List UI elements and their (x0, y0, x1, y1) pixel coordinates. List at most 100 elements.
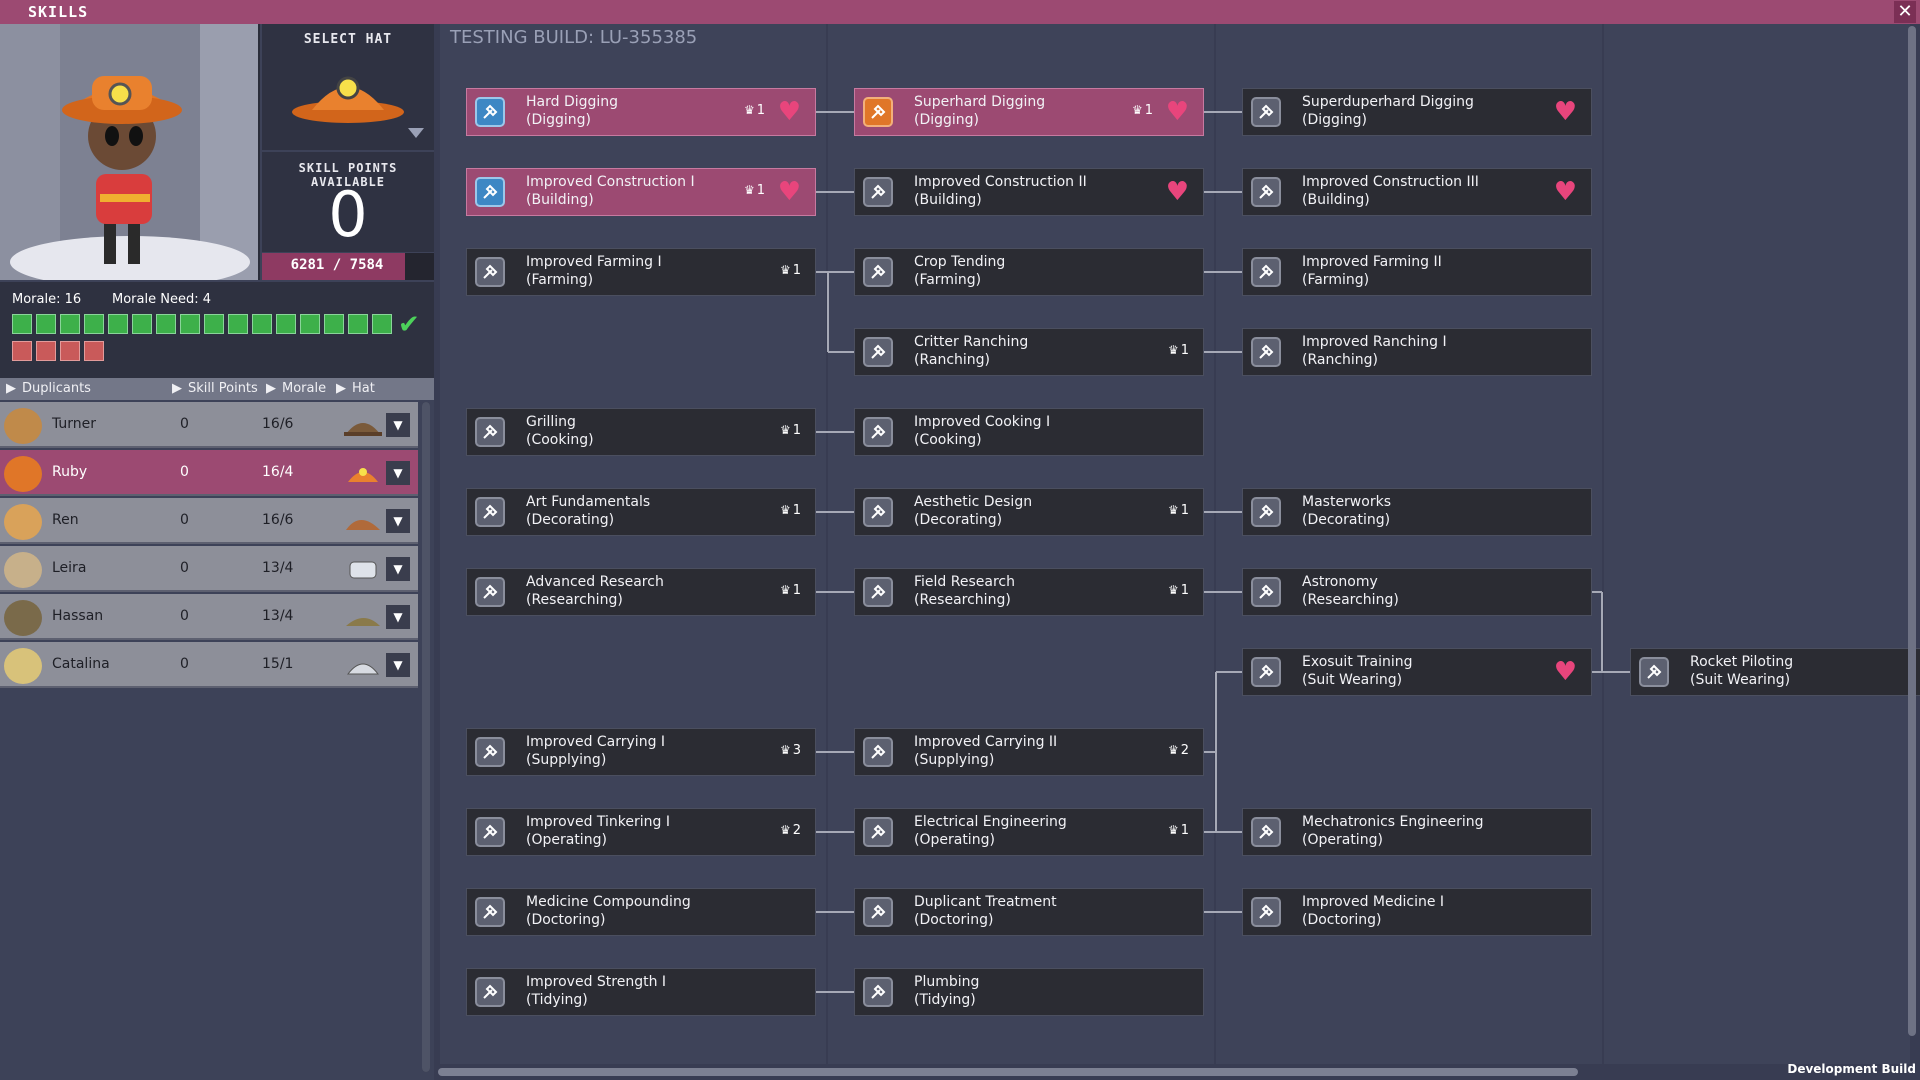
hat-dropdown-button[interactable]: ▼ (386, 509, 410, 533)
crown-icon: ♛ (1167, 583, 1179, 597)
skill-astronomy[interactable]: Astronomy (Researching) (1242, 568, 1592, 616)
skill-mechatronics[interactable]: Mechatronics Engineering (Operating) (1242, 808, 1592, 856)
skill-duplicant-treatment[interactable]: Duplicant Treatment (Doctoring) (854, 888, 1204, 936)
skill-category: (Doctoring) (526, 912, 606, 928)
close-button[interactable]: ✕ (1894, 1, 1916, 23)
skill-electrical-engineering[interactable]: Electrical Engineering (Operating) ♛ 1 (854, 808, 1204, 856)
sort-morale[interactable]: Morale (282, 381, 326, 396)
skill-rocket-piloting[interactable]: Rocket Piloting (Suit Wearing) (1630, 648, 1920, 696)
crown-icon: ♛ (1167, 343, 1179, 357)
skill-carrying-1[interactable]: Improved Carrying I (Supplying) ♛ 3 (466, 728, 816, 776)
skill-construction-3[interactable]: Improved Construction III (Building) ♥ (1242, 168, 1592, 216)
skill-construction-1[interactable]: Improved Construction I (Building) ♛ 1 ♥ (466, 168, 816, 216)
skill-holder-count: ♛ 1 (780, 263, 801, 278)
skill-tinkering-1[interactable]: Improved Tinkering I (Operating) ♛ 2 (466, 808, 816, 856)
skill-holder-count: ♛ 1 (1168, 343, 1189, 358)
skill-icon (1251, 817, 1281, 847)
skill-category: (Doctoring) (1302, 912, 1382, 928)
skill-name: Advanced Research (526, 574, 664, 590)
skill-category: (Suit Wearing) (1302, 672, 1403, 688)
sort-arrow-icon[interactable]: ▶ (336, 381, 346, 396)
hat-dropdown-button[interactable]: ▼ (386, 557, 410, 581)
duplicant-morale: 13/4 (262, 608, 294, 624)
hat-dropdown-button[interactable]: ▼ (386, 461, 410, 485)
hat-dropdown-button[interactable]: ▼ (386, 413, 410, 437)
skill-icon (863, 497, 893, 527)
skill-advanced-research[interactable]: Advanced Research (Researching) ♛ 1 (466, 568, 816, 616)
skill-ranching-1[interactable]: Improved Ranching I (Ranching) (1242, 328, 1592, 376)
skill-masterworks[interactable]: Masterworks (Decorating) (1242, 488, 1592, 536)
duplicant-portrait-art (0, 24, 258, 280)
morale-pip (12, 314, 32, 334)
hat-dropdown-button[interactable]: ▼ (386, 653, 410, 677)
vertical-scrollbar[interactable] (1908, 26, 1916, 1036)
sort-arrow-icon[interactable]: ▶ (172, 381, 182, 396)
skill-grilling[interactable]: Grilling (Cooking) ♛ 1 (466, 408, 816, 456)
skill-icon (863, 337, 893, 367)
skill-holder-count: ♛ 1 (744, 103, 765, 118)
skill-hard-digging[interactable]: Hard Digging (Digging) ♛ 1 ♥ (466, 88, 816, 136)
crown-icon: ♛ (779, 823, 791, 837)
skill-holder-count-value: 1 (792, 583, 801, 598)
duplicant-name: Turner (52, 416, 97, 432)
skill-field-research[interactable]: Field Research (Researching) ♛ 1 (854, 568, 1204, 616)
duplicant-row[interactable]: Ren 0 16/6 ▼ (0, 498, 418, 544)
select-hat-panel[interactable]: SELECT HAT (262, 24, 434, 150)
duplicant-row[interactable]: Hassan 0 13/4 ▼ (0, 594, 418, 640)
skill-farming-1[interactable]: Improved Farming I (Farming) ♛ 1 (466, 248, 816, 296)
skill-category: (Researching) (526, 592, 623, 608)
duplicant-points: 0 (180, 464, 189, 480)
avatar (4, 456, 42, 492)
chevron-down-icon[interactable] (408, 128, 424, 138)
skill-art-fundamentals[interactable]: Art Fundamentals (Decorating) ♛ 1 (466, 488, 816, 536)
skill-points-value: 0 (328, 178, 368, 251)
duplicant-row[interactable]: Catalina 0 15/1 ▼ (0, 642, 418, 688)
duplicant-name: Ren (52, 512, 79, 528)
skill-superduperhard-digging[interactable]: Superduperhard Digging (Digging) ♥ (1242, 88, 1592, 136)
skill-exosuit-training[interactable]: Exosuit Training (Suit Wearing) ♥ (1242, 648, 1592, 696)
duplicant-name: Catalina (52, 656, 110, 672)
sort-duplicants[interactable]: Duplicants (22, 381, 91, 396)
morale-pip (180, 314, 200, 334)
skill-category: (Cooking) (914, 432, 982, 448)
skill-cooking-1[interactable]: Improved Cooking I (Cooking) (854, 408, 1204, 456)
skill-farming-2[interactable]: Improved Farming II (Farming) (1242, 248, 1592, 296)
checkmark-icon: ✔ (398, 310, 420, 340)
sort-arrow-icon[interactable]: ▶ (266, 381, 276, 396)
skill-icon (863, 417, 893, 447)
skill-medicine-compounding[interactable]: Medicine Compounding (Doctoring) (466, 888, 816, 936)
skill-category: (Building) (914, 192, 982, 208)
skill-icon (1251, 337, 1281, 367)
duplicant-row[interactable]: Ruby 0 16/4 ▼ (0, 450, 418, 496)
skill-category: (Operating) (526, 832, 607, 848)
morale-pip (60, 314, 80, 334)
skill-name: Improved Cooking I (914, 414, 1051, 430)
skill-crop-tending[interactable]: Crop Tending (Farming) (854, 248, 1204, 296)
skill-strength-1[interactable]: Improved Strength I (Tidying) (466, 968, 816, 1016)
horizontal-scrollbar[interactable] (438, 1068, 1578, 1076)
crown-icon: ♛ (1167, 503, 1179, 517)
scrollbar-thumb[interactable] (422, 402, 430, 1072)
skill-name: Superhard Digging (914, 94, 1046, 110)
skill-aesthetic-design[interactable]: Aesthetic Design (Decorating) ♛ 1 (854, 488, 1204, 536)
sort-skill-points[interactable]: Skill Points (188, 381, 258, 396)
skill-name: Masterworks (1302, 494, 1391, 510)
skill-carrying-2[interactable]: Improved Carrying II (Supplying) ♛ 2 (854, 728, 1204, 776)
skill-construction-2[interactable]: Improved Construction II (Building) ♥ (854, 168, 1204, 216)
hat-dropdown-button[interactable]: ▼ (386, 605, 410, 629)
skill-medicine-1[interactable]: Improved Medicine I (Doctoring) (1242, 888, 1592, 936)
skill-critter-ranching[interactable]: Critter Ranching (Ranching) ♛ 1 (854, 328, 1204, 376)
duplicant-row[interactable]: Leira 0 13/4 ▼ (0, 546, 418, 592)
crown-icon: ♛ (1167, 823, 1179, 837)
duplicant-row[interactable]: Turner 0 16/6 ▼ (0, 402, 418, 448)
sort-hat[interactable]: Hat (352, 381, 375, 396)
skill-plumbing[interactable]: Plumbing (Tidying) (854, 968, 1204, 1016)
duplicant-name: Hassan (52, 608, 104, 624)
duplicant-list-scrollbar[interactable] (422, 402, 430, 1072)
crown-icon: ♛ (743, 103, 755, 117)
sort-arrow-icon[interactable]: ▶ (6, 381, 16, 396)
heart-icon: ♥ (777, 177, 801, 207)
morale-need-label: Morale Need: 4 (112, 292, 211, 307)
skill-name: Rocket Piloting (1690, 654, 1794, 670)
skill-superhard-digging[interactable]: Superhard Digging (Digging) ♛ 1 ♥ (854, 88, 1204, 136)
